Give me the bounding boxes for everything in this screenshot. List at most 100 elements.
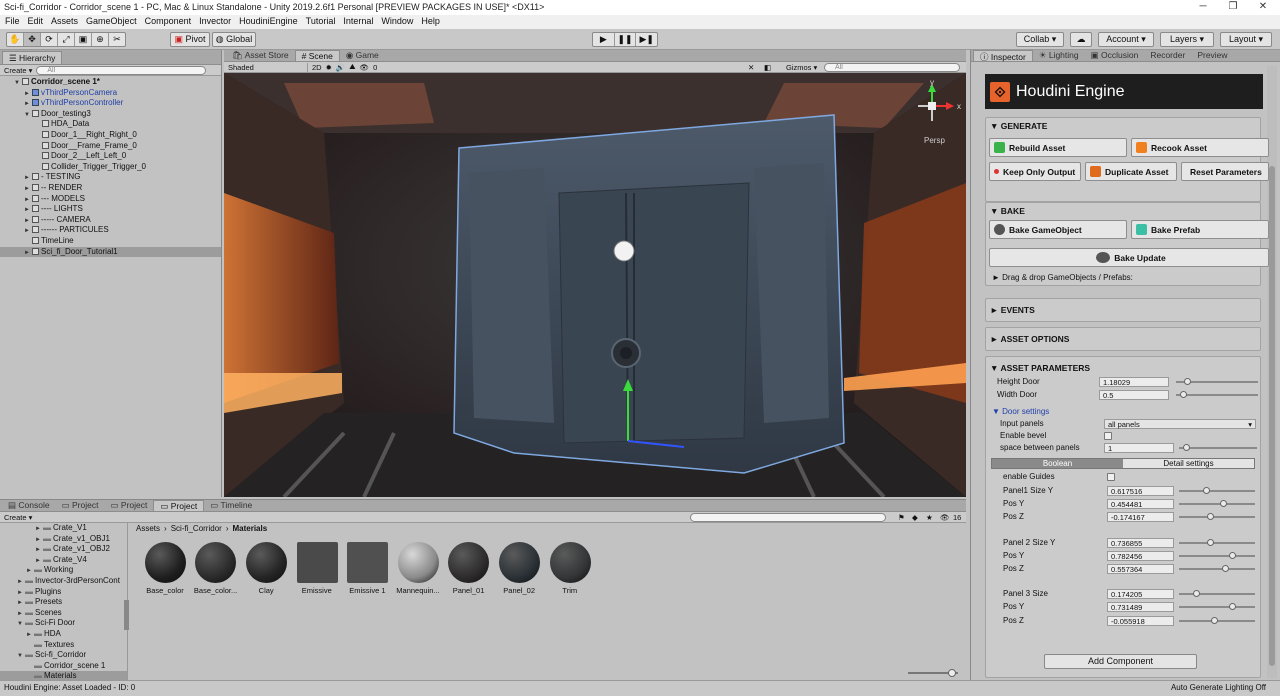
param-value-field[interactable]: -0.055918 — [1107, 615, 1174, 626]
events-section[interactable]: ► EVENTS — [985, 298, 1261, 322]
keep-only-output-button[interactable]: Keep Only Output — [989, 162, 1081, 181]
expand-right-icon[interactable]: ► — [24, 248, 32, 259]
param-slider-knob[interactable] — [1206, 513, 1214, 521]
param-value-field[interactable]: 0.557364 — [1107, 564, 1174, 574]
scene-viewport[interactable]: y x Persp — [224, 73, 966, 497]
param-slider[interactable] — [1179, 593, 1255, 596]
menu-component[interactable]: Component — [145, 16, 192, 29]
hierarchy-search-input[interactable]: All — [36, 65, 207, 75]
scene-tools-icon[interactable]: ✕ — [748, 63, 754, 72]
menu-help[interactable]: Help — [421, 16, 440, 29]
breadcrumb-sci-fi-corridor[interactable]: Sci-fi_Corridor — [171, 524, 222, 533]
hierarchy-item[interactable]: TimeLine — [0, 236, 221, 247]
expand-down-icon[interactable]: ▼ — [17, 651, 25, 662]
width-door-slider[interactable] — [1176, 394, 1258, 396]
material-asset[interactable]: Clay — [241, 542, 292, 595]
param-slider-knob[interactable] — [1222, 565, 1230, 572]
collab-dropdown[interactable]: Collab ▾ — [1016, 32, 1064, 47]
hierarchy-item[interactable]: ► -- RENDER — [0, 183, 221, 194]
custom-tool-icon[interactable]: ✂ — [109, 33, 125, 46]
hierarchy-item[interactable]: ► vThirdPersonCamera — [0, 88, 221, 99]
param-slider-knob[interactable] — [1220, 500, 1228, 508]
tab-console[interactable]: ▤ Console — [2, 500, 56, 511]
hierarchy-item[interactable]: Collider_Trigger_Trigger_0 — [0, 162, 221, 173]
material-asset[interactable]: Base_color... — [191, 542, 242, 595]
param-slider[interactable] — [1179, 568, 1255, 570]
breadcrumb-materials[interactable]: Materials — [232, 524, 267, 533]
expand-down-icon[interactable]: ▼ — [24, 110, 32, 121]
hierarchy-item[interactable]: Door_2__Left_Left_0 — [0, 151, 221, 162]
recook-asset-button[interactable]: Recook Asset — [1131, 138, 1269, 157]
maximize-button[interactable]: ❐ — [1218, 0, 1248, 15]
param-slider-knob[interactable] — [1228, 603, 1236, 611]
tab-project-2[interactable]: ▭ Project — [104, 500, 153, 511]
param-value-field[interactable]: -0.174167 — [1107, 512, 1174, 523]
reset-parameters-button[interactable]: Reset Parameters — [1181, 162, 1269, 181]
tab-detail-settings[interactable]: Detail settings — [1123, 459, 1254, 468]
tab-hierarchy[interactable]: ☰ Hierarchy — [2, 51, 63, 64]
hierarchy-item[interactable]: ► - TESTING — [0, 172, 221, 183]
material-asset[interactable]: Panel_01 — [444, 542, 495, 595]
project-folder-item[interactable]: ► ▬ Crate_v1_OBJ1 — [0, 534, 127, 545]
hand-tool-icon[interactable]: ✋ — [7, 33, 24, 46]
drag-drop-label[interactable]: ► Drag & drop GameObjects / Prefabs: — [992, 273, 1133, 282]
project-folder-item[interactable]: ► ▬ Crate_v1_OBJ2 — [0, 544, 127, 555]
tab-boolean[interactable]: Boolean — [992, 459, 1123, 468]
inspector-scroll-thumb[interactable] — [1269, 166, 1275, 666]
tab-lighting[interactable]: ☀ Lighting — [1033, 50, 1085, 61]
menu-file[interactable]: File — [5, 16, 20, 29]
pivot-toggle[interactable]: ▣ Pivot — [170, 32, 210, 47]
hierarchy-item[interactable]: ► --- MODELS — [0, 194, 221, 205]
duplicate-asset-button[interactable]: Duplicate Asset — [1085, 162, 1177, 181]
tab-inspector[interactable]: ⓘ Inspector — [973, 50, 1033, 62]
bake-prefab-button[interactable]: Bake Prefab — [1131, 220, 1269, 239]
menu-edit[interactable]: Edit — [28, 16, 44, 29]
expand-right-icon[interactable]: ► — [17, 577, 25, 588]
project-folder-item[interactable]: ▼ ▬ Sci-Fi Door — [0, 618, 127, 629]
height-door-field[interactable]: 1.18029 — [1099, 377, 1169, 387]
tab-asset-store[interactable]: 🛍 Asset Store — [226, 50, 295, 61]
lighting-toggle-icon[interactable]: ✹ — [326, 63, 332, 72]
param-slider[interactable] — [1179, 516, 1255, 519]
param-value-field[interactable]: 0.731489 — [1107, 602, 1174, 613]
project-create-button[interactable]: Create ▾ — [4, 513, 32, 522]
door-settings-foldout[interactable]: ▼ Door settings — [992, 406, 1049, 418]
width-door-field[interactable]: 0.5 — [1099, 390, 1169, 400]
menu-gameobject[interactable]: GameObject — [86, 16, 137, 29]
param-value-field[interactable]: 0.454481 — [1107, 499, 1174, 510]
step-button[interactable]: ▶❚ — [636, 33, 657, 46]
project-search-input[interactable] — [690, 513, 886, 522]
minimize-button[interactable]: ─ — [1188, 0, 1218, 15]
expand-right-icon[interactable]: ► — [24, 184, 32, 195]
param-value-field[interactable]: 0.174205 — [1107, 589, 1174, 600]
hierarchy-item[interactable]: Door_1__Right_Right_0 — [0, 130, 221, 141]
enable-guides-checkbox[interactable] — [1107, 473, 1115, 481]
hierarchy-create-button[interactable]: Create ▾ — [4, 66, 32, 75]
filter-label-icon[interactable]: ◆ — [912, 513, 918, 522]
hidden-packages-icon[interactable]: 👁 — [940, 513, 950, 522]
expand-right-icon[interactable]: ► — [26, 630, 34, 641]
expand-down-icon[interactable]: ▼ — [17, 619, 25, 630]
material-asset[interactable]: Panel_02 — [494, 542, 545, 595]
tab-timeline[interactable]: ▭ Timeline — [204, 500, 258, 511]
shading-mode-dropdown[interactable]: Shaded — [228, 62, 308, 72]
rebuild-asset-button[interactable]: Rebuild Asset — [989, 138, 1127, 157]
param-slider[interactable] — [1179, 503, 1255, 506]
asset-options-section[interactable]: ► ASSET OPTIONS — [985, 327, 1261, 351]
tab-project-1[interactable]: ▭ Project — [56, 500, 105, 511]
width-door-knob[interactable] — [1179, 391, 1187, 398]
material-asset[interactable]: Emissive — [292, 542, 343, 595]
tab-recorder[interactable]: Recorder — [1144, 50, 1191, 61]
project-folder-item[interactable]: ▼ ▬ Sci-fi_Corridor — [0, 650, 127, 661]
param-slider-knob[interactable] — [1211, 616, 1219, 624]
bake-gameobject-button[interactable]: Bake GameObject — [989, 220, 1127, 239]
menu-window[interactable]: Window — [381, 16, 413, 29]
param-slider-knob[interactable] — [1203, 487, 1211, 494]
expand-down-icon[interactable]: ▼ — [14, 78, 22, 89]
tab-occlusion[interactable]: ▣ Occlusion — [1085, 50, 1145, 61]
param-slider[interactable] — [1179, 606, 1255, 609]
param-slider[interactable] — [1179, 541, 1255, 544]
hierarchy-item[interactable]: ► Sci_fi_Door_Tutorial1 — [0, 246, 221, 259]
hierarchy-item[interactable]: HDA_Data — [0, 119, 221, 130]
material-asset[interactable]: Mannequin... — [393, 542, 444, 595]
